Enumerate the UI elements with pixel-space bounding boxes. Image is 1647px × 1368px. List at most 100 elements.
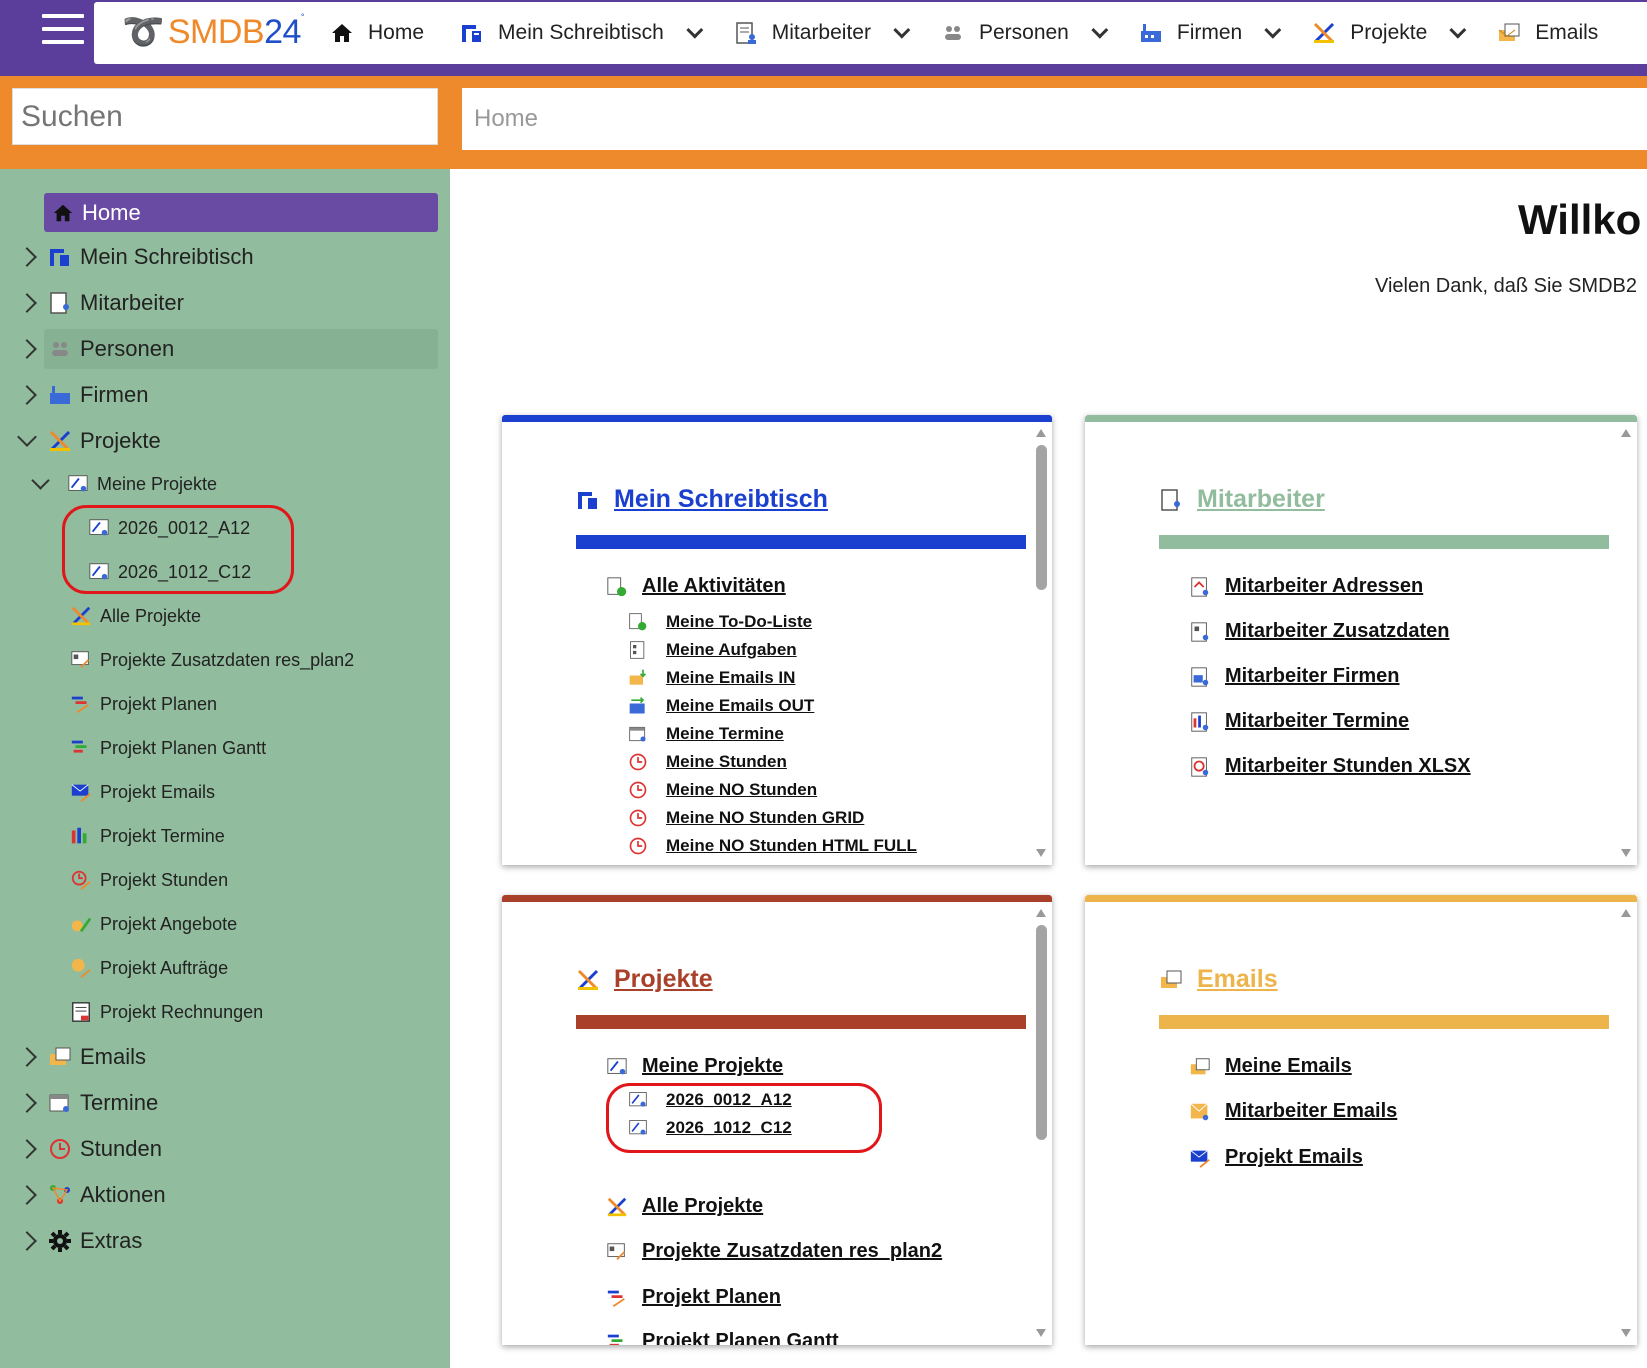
employee-email-icon — [1190, 1102, 1209, 1120]
calendar-bars-icon — [1191, 711, 1209, 732]
card-divider — [576, 1015, 1026, 1029]
persons-icon — [944, 26, 961, 40]
nav-personen[interactable]: Personen — [941, 21, 1109, 45]
scrollbar-thumb[interactable] — [1036, 445, 1047, 590]
link-mitarbeiter-emails[interactable]: Mitarbeiter Emails — [1189, 1100, 1397, 1123]
link-alle-projekte[interactable]: Alle Projekte — [606, 1195, 763, 1218]
sidebar-item-personen[interactable]: Personen — [17, 329, 438, 369]
invoice-icon — [72, 1002, 90, 1022]
sidebar-item-projekt-planen[interactable]: Projekt Planen — [70, 686, 217, 722]
sidebar-item-aktionen[interactable]: Aktionen — [0, 1175, 166, 1215]
link-mitarbeiter-firmen[interactable]: Mitarbeiter Firmen — [1189, 665, 1399, 688]
app-logo[interactable]: ➰ SMDB24° — [122, 12, 305, 52]
welcome-text: Vielen Dank, daß Sie SMDB2 — [1375, 275, 1637, 297]
link-meine-emails-out[interactable]: Meine Emails OUT — [628, 696, 814, 716]
scrollbar[interactable] — [1034, 909, 1048, 1337]
sidebar-item-home[interactable]: Home — [44, 193, 438, 232]
link-meine-emails-in[interactable]: Meine Emails IN — [628, 668, 795, 688]
sidebar-item-projekt-angebote[interactable]: Projekt Angebote — [70, 906, 237, 942]
hamburger-menu-icon[interactable] — [42, 14, 84, 48]
link-projekt-planen-gantt[interactable]: Projekt Planen Gantt — [606, 1330, 839, 1345]
clock-icon — [629, 781, 647, 799]
link-meine-aufgaben[interactable]: Meine Aufgaben — [628, 640, 797, 660]
scroll-down-icon[interactable] — [1621, 1329, 1631, 1337]
link-meine-todo[interactable]: Meine To-Do-Liste — [628, 612, 812, 632]
link-mitarbeiter-stunden-xlsx[interactable]: Mitarbeiter Stunden XLSX — [1189, 755, 1471, 778]
link-meine-emails[interactable]: Meine Emails — [1189, 1055, 1352, 1078]
link-projekt-planen[interactable]: Projekt Planen — [606, 1286, 781, 1309]
sidebar-item-projekt-rechnungen[interactable]: Projekt Rechnungen — [70, 994, 263, 1030]
sidebar-item-projekt-auftraege[interactable]: Projekt Aufträge — [70, 950, 228, 986]
card-divider — [1159, 535, 1609, 549]
nav-home[interactable]: Home — [330, 21, 424, 45]
card-projekte: Projekte Meine Projekte 2026_0012_A12 20… — [502, 895, 1052, 1345]
sidebar-item-stunden[interactable]: Stunden — [0, 1129, 162, 1169]
link-meine-projekte[interactable]: Meine Projekte — [606, 1055, 783, 1078]
link-meine-termine[interactable]: Meine Termine — [628, 724, 784, 744]
chevron-down-icon — [1091, 21, 1109, 39]
sidebar: Home Mein Schreibtisch Mitarbeiter Perso… — [0, 169, 450, 1368]
nav-projekte[interactable]: Projekte — [1312, 21, 1467, 45]
nav-mitarbeiter[interactable]: Mitarbeiter — [734, 21, 911, 45]
scroll-down-icon[interactable] — [1621, 849, 1631, 857]
sidebar-item-mitarbeiter[interactable]: Mitarbeiter — [0, 283, 184, 323]
card-top-border — [1085, 895, 1637, 902]
factory-icon — [1140, 24, 1161, 42]
card-title[interactable]: Mein Schreibtisch — [576, 485, 828, 514]
sidebar-item-extras[interactable]: Extras — [0, 1221, 142, 1261]
scroll-up-icon[interactable] — [1036, 909, 1046, 917]
sidebar-item-emails[interactable]: Emails — [0, 1037, 146, 1077]
scroll-up-icon[interactable] — [1621, 909, 1631, 917]
nav-mein-schreibtisch[interactable]: Mein Schreibtisch — [460, 21, 704, 45]
sidebar-item-projekte[interactable]: Projekte — [0, 421, 161, 461]
chevron-right-icon — [17, 1185, 37, 1205]
card-title[interactable]: Emails — [1159, 965, 1278, 994]
nav-emails[interactable]: Emails — [1497, 21, 1598, 45]
scroll-down-icon[interactable] — [1036, 849, 1046, 857]
sidebar-item-projekte-zusatzdaten[interactable]: Projekte Zusatzdaten res_plan2 — [70, 642, 354, 678]
welcome-heading: Willko — [1518, 196, 1642, 243]
link-projekte-zusatzdaten[interactable]: Projekte Zusatzdaten res_plan2 — [606, 1240, 942, 1263]
chevron-down-icon — [17, 427, 37, 447]
sidebar-item-projekt-stunden[interactable]: Projekt Stunden — [70, 862, 228, 898]
chevron-down-icon — [686, 21, 704, 39]
link-meine-no-stunden-grid[interactable]: Meine NO Stunden GRID — [628, 808, 864, 828]
link-projekt-emails[interactable]: Projekt Emails — [1189, 1146, 1363, 1169]
scroll-down-icon[interactable] — [1036, 1329, 1046, 1337]
sidebar-item-projekt-emails[interactable]: Projekt Emails — [70, 774, 215, 810]
sidebar-item-projekt-planen-gantt[interactable]: Projekt Planen Gantt — [70, 730, 266, 766]
extra-data-icon — [1191, 621, 1209, 642]
link-mitarbeiter-termine[interactable]: Mitarbeiter Termine — [1189, 710, 1409, 733]
scroll-up-icon[interactable] — [1621, 429, 1631, 437]
link-meine-no-stunden-html-full[interactable]: Meine NO Stunden HTML FULL — [628, 836, 917, 856]
card-title[interactable]: Projekte — [576, 965, 713, 994]
link-mitarbeiter-adressen[interactable]: Mitarbeiter Adressen — [1189, 575, 1423, 598]
card-title[interactable]: Mitarbeiter — [1159, 485, 1325, 514]
scrollbar[interactable] — [1619, 429, 1633, 857]
search-input[interactable] — [12, 88, 438, 145]
link-alle-aktivitaeten[interactable]: Alle Aktivitäten — [606, 575, 786, 598]
scroll-up-icon[interactable] — [1036, 429, 1046, 437]
sidebar-item-mein-schreibtisch[interactable]: Mein Schreibtisch — [0, 237, 254, 277]
sidebar-item-firmen[interactable]: Firmen — [0, 375, 148, 415]
top-navbar: ➰ SMDB24° Home Mein Schreibtisch Mitarbei… — [0, 0, 1647, 76]
employee-icon — [50, 292, 69, 314]
scrollbar[interactable] — [1034, 429, 1048, 857]
link-meine-stunden[interactable]: Meine Stunden — [628, 752, 787, 772]
actions-icon — [50, 1185, 70, 1204]
employee-icon — [1161, 488, 1180, 511]
nav-firmen[interactable]: Firmen — [1139, 21, 1282, 45]
sidebar-item-projekt-termine[interactable]: Projekt Termine — [70, 818, 225, 854]
scrollbar-thumb[interactable] — [1036, 925, 1047, 1140]
desk-icon — [462, 25, 482, 42]
email-in-icon — [629, 669, 647, 685]
sidebar-item-termine[interactable]: Termine — [0, 1083, 158, 1123]
sidebar-item-meine-projekte[interactable]: Meine Projekte — [31, 466, 217, 502]
link-meine-no-stunden[interactable]: Meine NO Stunden — [628, 780, 817, 800]
link-mitarbeiter-zusatzdaten[interactable]: Mitarbeiter Zusatzdaten — [1189, 620, 1449, 643]
chevron-right-icon — [17, 247, 37, 267]
plan-icon — [607, 1290, 625, 1307]
sidebar-item-alle-projekte[interactable]: Alle Projekte — [70, 598, 201, 634]
scrollbar[interactable] — [1619, 909, 1633, 1337]
gear-icon — [49, 1230, 71, 1252]
